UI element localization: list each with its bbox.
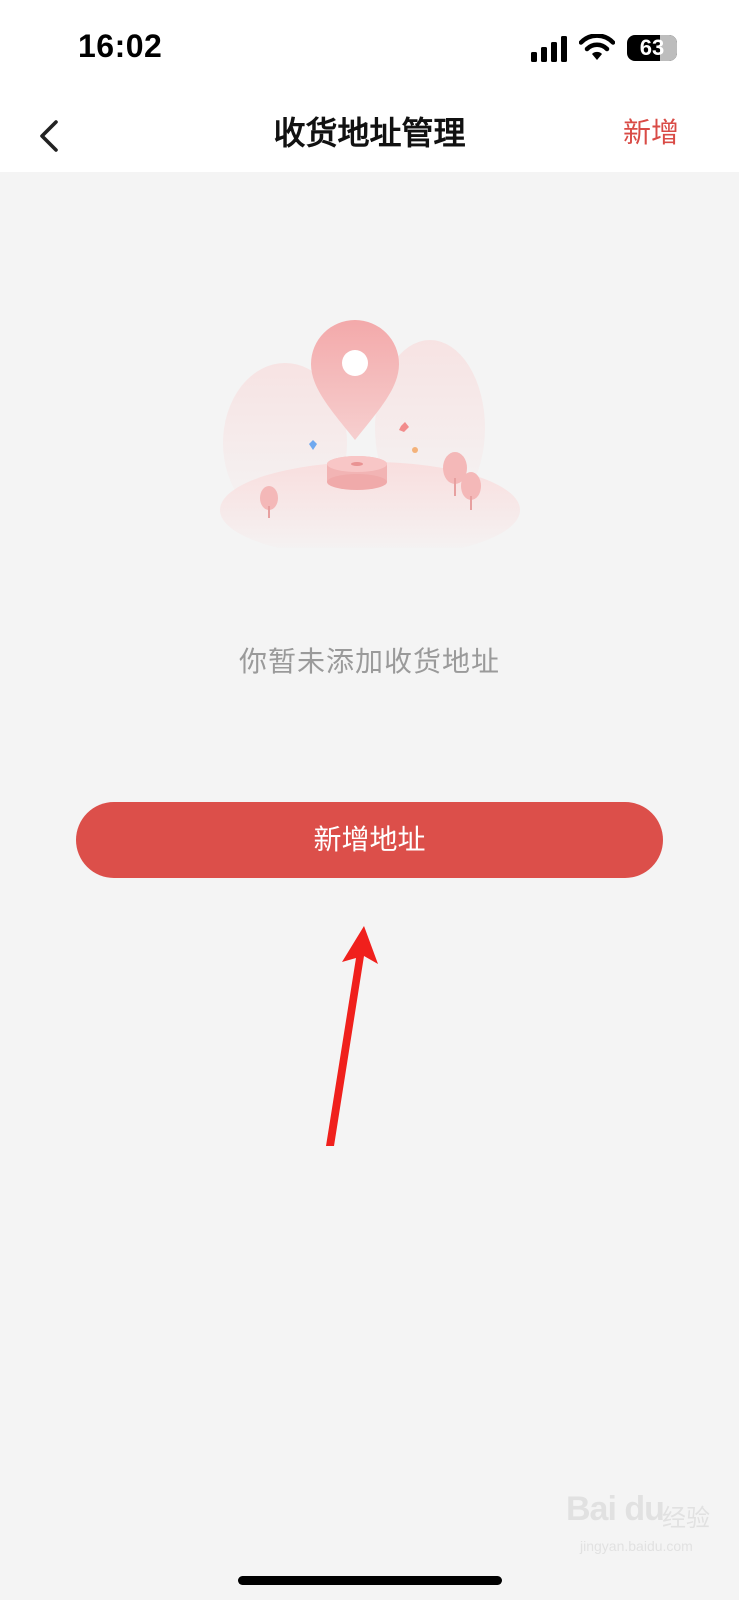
nav-bar: 收货地址管理 新增 — [0, 96, 739, 172]
watermark-url: jingyan.baidu.com — [580, 1538, 693, 1554]
home-indicator — [238, 1576, 502, 1585]
add-address-button[interactable]: 新增地址 — [76, 802, 663, 878]
wifi-icon — [579, 34, 615, 60]
signal-icon — [531, 36, 567, 62]
watermark-brand: 经验 — [662, 1504, 710, 1532]
status-time: 16:02 — [78, 28, 163, 64]
battery-level: 63 — [639, 35, 665, 60]
location-pin-icon — [220, 320, 520, 548]
add-link[interactable]: 新增 — [623, 111, 679, 151]
empty-message: 你暂未添加收货地址 — [238, 645, 500, 678]
battery-icon: 63 — [627, 35, 677, 61]
red-arrow-icon — [326, 926, 378, 1146]
watermark-logo: Bai du — [566, 1490, 665, 1528]
status-bar: 16:02 63 — [0, 0, 739, 96]
baidu-watermark: Bai du 经验 jingyan.baidu.com — [566, 1482, 726, 1562]
